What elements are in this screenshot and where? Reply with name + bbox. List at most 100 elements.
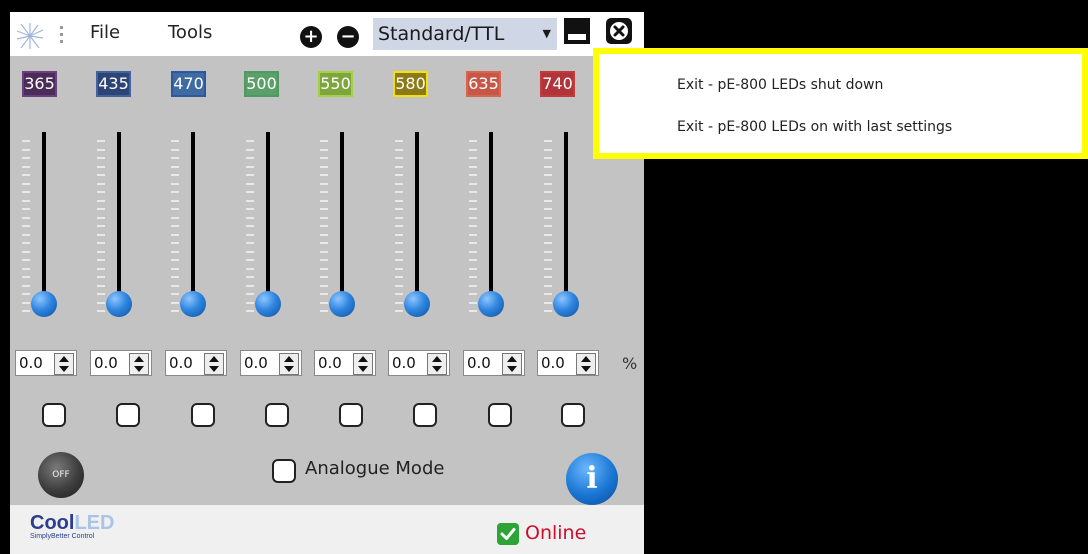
slider-tick bbox=[395, 191, 403, 193]
channel-checkbox-470[interactable] bbox=[191, 403, 215, 427]
analogue-mode-label: Analogue Mode bbox=[305, 458, 445, 479]
slider-tick bbox=[544, 216, 552, 219]
intensity-spinner-435[interactable]: 0.0 bbox=[90, 350, 152, 376]
slider-tick bbox=[171, 140, 179, 142]
channel-checkbox-635[interactable] bbox=[488, 403, 512, 427]
coolled-app-window: File Tools + − Standard/TTL ▼ 365 435 47… bbox=[10, 12, 644, 554]
slider-thumb-470[interactable] bbox=[180, 291, 206, 317]
wavelength-label-365: 365 bbox=[22, 71, 57, 97]
slider-tick bbox=[320, 140, 328, 142]
slider-tick bbox=[469, 242, 477, 244]
spinner-arrows-icon[interactable] bbox=[129, 353, 149, 375]
slider-tick bbox=[320, 191, 328, 193]
slider-tick bbox=[22, 233, 30, 236]
intensity-spinner-580[interactable]: 0.0 bbox=[388, 350, 450, 376]
slider-scale bbox=[320, 140, 328, 312]
slider-tick bbox=[469, 225, 477, 227]
slider-thumb-500[interactable] bbox=[255, 291, 281, 317]
intensity-spinner-500[interactable]: 0.0 bbox=[240, 350, 302, 376]
slider-track-365[interactable] bbox=[42, 132, 46, 315]
slider-tick bbox=[320, 182, 328, 185]
slider-tick bbox=[395, 242, 403, 244]
add-icon[interactable]: + bbox=[300, 26, 322, 48]
slider-thumb-580[interactable] bbox=[404, 291, 430, 317]
channel-checkbox-550[interactable] bbox=[339, 403, 363, 427]
slider-thumb-635[interactable] bbox=[478, 291, 504, 317]
intensity-spinner-365[interactable]: 0.0 bbox=[15, 350, 77, 376]
slider-thumb-550[interactable] bbox=[329, 291, 355, 317]
slider-tick bbox=[246, 250, 254, 253]
slider-tick bbox=[395, 267, 403, 270]
slider-tick bbox=[97, 284, 105, 287]
channel-checkbox-500[interactable] bbox=[265, 403, 289, 427]
slider-tick bbox=[97, 174, 105, 176]
slider-tick bbox=[395, 225, 403, 227]
mode-select[interactable]: Standard/TTL ▼ bbox=[373, 18, 557, 50]
remove-icon[interactable]: − bbox=[337, 26, 359, 48]
slider-track-435[interactable] bbox=[117, 132, 121, 315]
slider-tick bbox=[469, 208, 477, 210]
channel-checkbox-435[interactable] bbox=[116, 403, 140, 427]
slider-tick bbox=[246, 267, 254, 270]
spinner-arrows-icon[interactable] bbox=[576, 353, 596, 375]
slider-tick bbox=[320, 242, 328, 244]
slider-tick bbox=[171, 242, 179, 244]
spinner-arrows-icon[interactable] bbox=[427, 353, 447, 375]
slider-tick bbox=[246, 242, 254, 244]
wavelength-label-580: 580 bbox=[393, 71, 428, 97]
slider-track-740[interactable] bbox=[564, 132, 568, 315]
slider-tick bbox=[22, 293, 30, 295]
slider-tick bbox=[22, 165, 30, 168]
menu-file[interactable]: File bbox=[90, 22, 120, 43]
slider-thumb-740[interactable] bbox=[553, 291, 579, 317]
slider-tick bbox=[544, 259, 552, 261]
slider-track-635[interactable] bbox=[489, 132, 493, 315]
channel-checkbox-580[interactable] bbox=[413, 403, 437, 427]
slider-tick bbox=[22, 199, 30, 202]
slider-tick bbox=[544, 208, 552, 210]
intensity-spinner-550[interactable]: 0.0 bbox=[314, 350, 376, 376]
slider-tick bbox=[246, 208, 254, 210]
slider-track-580[interactable] bbox=[415, 132, 419, 315]
coolled-logo-icon bbox=[16, 23, 44, 49]
slider-track-550[interactable] bbox=[340, 132, 344, 315]
slider-tick bbox=[171, 191, 179, 193]
intensity-spinner-740[interactable]: 0.0 bbox=[537, 350, 599, 376]
slider-tick bbox=[246, 182, 254, 185]
slider-scale bbox=[171, 140, 179, 312]
slider-track-500[interactable] bbox=[266, 132, 270, 315]
percent-unit-label: % bbox=[622, 354, 638, 373]
intensity-value: 0.0 bbox=[467, 354, 491, 372]
slider-tick bbox=[171, 293, 179, 295]
spinner-arrows-icon[interactable] bbox=[279, 353, 299, 375]
spinner-arrows-icon[interactable] bbox=[204, 353, 224, 375]
slider-tick bbox=[320, 284, 328, 287]
drag-handle-icon[interactable] bbox=[60, 26, 64, 43]
close-button[interactable] bbox=[606, 18, 632, 44]
slider-tick bbox=[469, 165, 477, 168]
slider-tick bbox=[395, 310, 403, 312]
slider-tick bbox=[22, 284, 30, 287]
channel-checkbox-365[interactable] bbox=[42, 403, 66, 427]
spinner-arrows-icon[interactable] bbox=[54, 353, 74, 375]
spinner-arrows-icon[interactable] bbox=[353, 353, 373, 375]
slider-thumb-435[interactable] bbox=[106, 291, 132, 317]
slider-tick bbox=[469, 233, 477, 236]
power-off-button[interactable]: OFF bbox=[38, 452, 84, 498]
slider-track-470[interactable] bbox=[191, 132, 195, 315]
slider-tick bbox=[171, 157, 179, 159]
info-button[interactable]: i bbox=[566, 453, 618, 505]
channel-checkbox-740[interactable] bbox=[561, 403, 585, 427]
spinner-arrows-icon[interactable] bbox=[502, 353, 522, 375]
slider-tick bbox=[320, 276, 328, 278]
exit-keep-on-menu-item[interactable]: Exit - pE-800 LEDs on with last settings bbox=[677, 119, 952, 135]
slider-tick bbox=[22, 191, 30, 193]
intensity-spinner-635[interactable]: 0.0 bbox=[463, 350, 525, 376]
intensity-spinner-470[interactable]: 0.0 bbox=[165, 350, 227, 376]
menu-tools[interactable]: Tools bbox=[168, 22, 212, 43]
analogue-mode-checkbox[interactable] bbox=[272, 459, 296, 483]
minimize-button[interactable] bbox=[564, 18, 590, 44]
slider-tick bbox=[246, 233, 254, 236]
slider-thumb-365[interactable] bbox=[31, 291, 57, 317]
exit-shutdown-menu-item[interactable]: Exit - pE-800 LEDs shut down bbox=[677, 77, 883, 93]
